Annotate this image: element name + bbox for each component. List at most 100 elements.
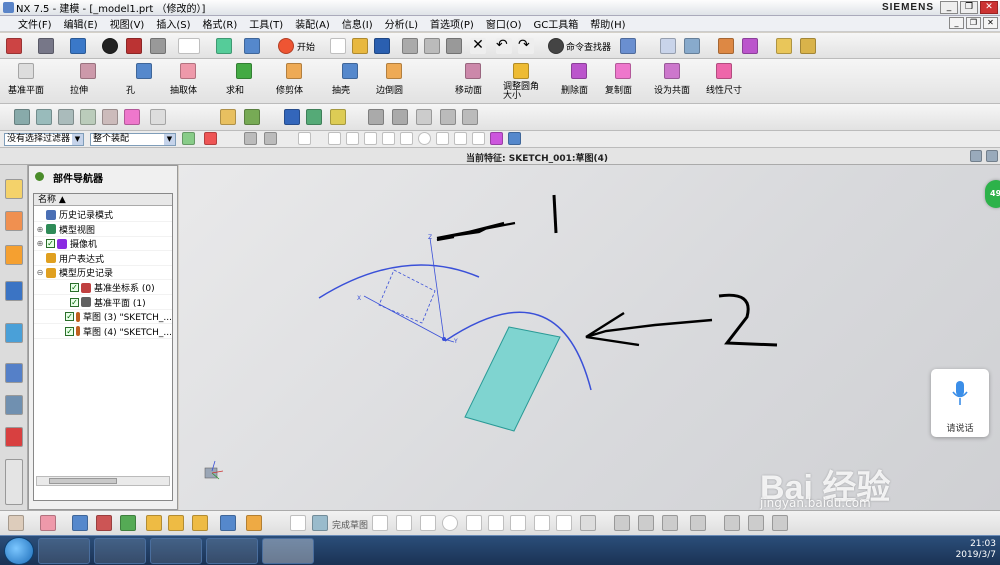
menu-item-6[interactable]: 装配(A) (295, 16, 330, 31)
feature-tool-label-7[interactable]: 边倒圆 (376, 83, 403, 96)
assembly-navigator-icon[interactable] (5, 179, 23, 199)
tree-row[interactable]: ✓ 草图 (4) "SKETCH_... (34, 325, 172, 339)
finish-sketch-icon[interactable] (312, 515, 328, 531)
sync-tool-icon-1[interactable] (513, 63, 529, 79)
sync-tool-label-4[interactable]: 设为共面 (654, 83, 690, 96)
menu-item-4[interactable]: 格式(R) (203, 16, 238, 31)
sync-tool-label-1[interactable]: 调整圆角大小 (503, 83, 543, 101)
fullscreen-icon[interactable] (986, 150, 998, 162)
sketch-tool-icon-6[interactable] (146, 515, 162, 531)
clock-icon[interactable] (5, 363, 23, 383)
snap-solid-icon[interactable] (508, 132, 521, 145)
feature-tool-label-2[interactable]: 孔 (126, 83, 135, 96)
shaded-block-icon[interactable] (126, 38, 142, 54)
menu-item-7[interactable]: 信息(I) (342, 16, 373, 31)
offset-curve-icon[interactable] (690, 515, 706, 531)
selection-filter-dropdown[interactable]: 没有选择过滤器 ▼ (4, 133, 84, 146)
taskbar-app-1[interactable] (38, 538, 90, 564)
close-button[interactable]: ✕ (980, 1, 998, 14)
sync-icon-4[interactable] (462, 109, 478, 125)
feature-tool-icon-4[interactable] (236, 63, 252, 79)
nx-app-icon[interactable] (3, 2, 14, 13)
suppress-icon[interactable] (150, 109, 166, 125)
sync-tool-label-3[interactable]: 复制面 (605, 83, 632, 96)
auto-dimension-icon[interactable] (772, 515, 788, 531)
redo-icon[interactable]: ↷ (518, 38, 534, 54)
reorder-icon[interactable] (102, 109, 118, 125)
sketch-tool-icon-3[interactable] (72, 515, 88, 531)
assembly-scope-dropdown[interactable]: 整个装配 ▼ (90, 133, 176, 146)
gray-block-icon[interactable] (150, 38, 166, 54)
sketch-tool-icon-4[interactable] (96, 515, 112, 531)
snap-arc-icon[interactable] (400, 132, 413, 145)
constraint-icon[interactable] (724, 515, 740, 531)
snap-curve-icon[interactable] (472, 132, 485, 145)
tree-row[interactable]: ✓ 基准坐标系 (0) (34, 281, 172, 295)
taskbar-app-ie[interactable] (206, 538, 258, 564)
feature-tool-label-6[interactable]: 抽壳 (332, 83, 350, 96)
green-badge[interactable]: 49 (985, 180, 1000, 208)
tree-row[interactable]: ⊕ ✓ 摄像机 (34, 237, 172, 252)
menu-item-12[interactable]: 帮助(H) (590, 16, 625, 31)
tree-row[interactable]: ✓ 草图 (3) "SKETCH_... (34, 310, 172, 325)
csys-origin[interactable] (442, 337, 446, 341)
trim-icon[interactable] (614, 515, 630, 531)
taskbar-app-nx[interactable] (262, 538, 314, 564)
snap-mode2-icon[interactable] (264, 132, 277, 145)
minimize-button[interactable]: _ (940, 1, 958, 14)
sketch-tool-icon-8[interactable] (192, 515, 208, 531)
feature-tool-icon-5[interactable] (286, 63, 302, 79)
offset-icon[interactable] (284, 109, 300, 125)
scroll-thumb[interactable] (49, 478, 117, 484)
sketch-tool-icon-2[interactable] (40, 515, 56, 531)
view-triad[interactable] (204, 460, 224, 480)
name-column-header[interactable]: 名称 ▲ (34, 194, 172, 206)
doc-restore-button[interactable]: ❐ (966, 17, 981, 29)
system-tray[interactable]: 21:03 2019/3/7 (956, 539, 996, 561)
process-studio-icon[interactable] (5, 395, 23, 415)
menu-item-11[interactable]: GC工具箱 (534, 16, 579, 31)
face-icon[interactable] (330, 109, 346, 125)
feature-tool-label-1[interactable]: 拉伸 (70, 83, 88, 96)
arc-icon[interactable] (420, 515, 436, 531)
snap-endpoint-icon[interactable] (328, 132, 341, 145)
sync-icon-1[interactable] (368, 109, 384, 125)
menu-item-5[interactable]: 工具(T) (249, 16, 283, 31)
resize-icon[interactable] (970, 150, 982, 162)
shaded-sphere-icon[interactable] (102, 38, 118, 54)
measure-icon[interactable] (776, 38, 792, 54)
select-all-icon[interactable] (204, 132, 217, 145)
history-icon[interactable] (5, 323, 23, 343)
fillet-icon[interactable] (466, 515, 482, 531)
pin-icon[interactable] (35, 172, 44, 181)
binoculars-icon[interactable] (548, 38, 564, 54)
finish-sketch-button[interactable]: 完成草图 (332, 518, 368, 531)
filter-icon[interactable] (182, 132, 195, 145)
sync-tool-label-5[interactable]: 线性尺寸 (706, 83, 742, 96)
replace-face-icon[interactable] (306, 109, 322, 125)
roles-icon[interactable] (5, 427, 23, 447)
paste-icon[interactable] (446, 38, 462, 54)
expand-toggle-icon[interactable]: ⊕ (36, 225, 44, 234)
sketch-tool-icon-5[interactable] (120, 515, 136, 531)
feature-tool-icon-2[interactable] (136, 63, 152, 79)
edit-feature-icon[interactable] (14, 109, 30, 125)
start-button[interactable] (4, 537, 34, 565)
undo-icon[interactable]: ↶ (496, 38, 512, 54)
new-file-icon[interactable] (330, 38, 346, 54)
sync-icon-3[interactable] (440, 109, 456, 125)
start-button[interactable]: 开始 (297, 40, 315, 53)
doc-close-button[interactable]: ✕ (983, 17, 998, 29)
sketch-tool-icon-10[interactable] (246, 515, 262, 531)
menu-item-1[interactable]: 编辑(E) (64, 16, 98, 31)
pencil-icon[interactable] (220, 109, 236, 125)
info-icon[interactable] (620, 38, 636, 54)
snap-icon[interactable] (718, 38, 734, 54)
horizontal-scrollbar[interactable] (36, 476, 170, 486)
rectangle-icon[interactable] (510, 515, 526, 531)
rectangle-select-icon[interactable] (298, 132, 311, 145)
sketch-tool-icon-7[interactable] (168, 515, 184, 531)
menu-item-0[interactable]: 文件(F) (18, 16, 52, 31)
tree-row[interactable]: ⊖ 模型历史记录 (34, 266, 172, 281)
line-icon[interactable] (396, 515, 412, 531)
